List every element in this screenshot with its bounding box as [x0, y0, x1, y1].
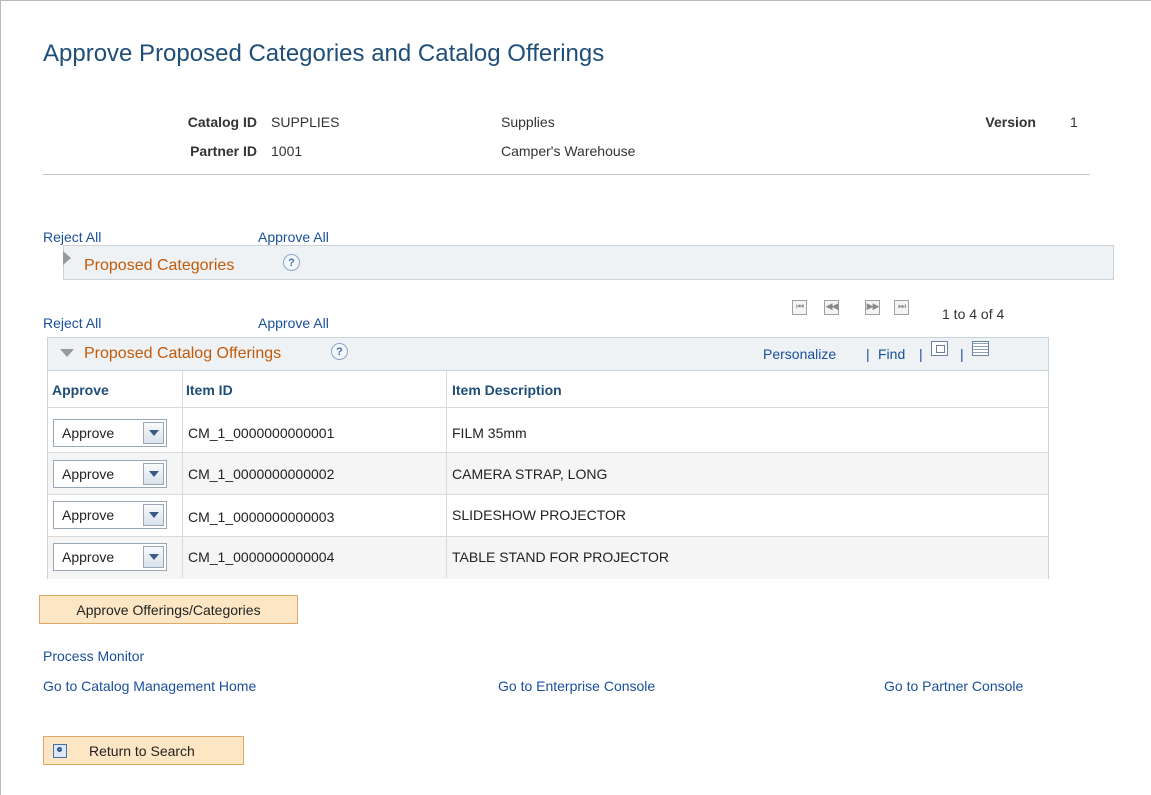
approve-select-value: Approve — [62, 507, 115, 523]
catalog-description: Supplies — [501, 114, 555, 130]
return-to-search-label: Return to Search — [89, 743, 195, 759]
tool-separator: | — [960, 346, 964, 362]
column-divider — [182, 371, 183, 578]
window-left-border — [0, 0, 1, 795]
approve-select[interactable]: Approve — [53, 419, 167, 447]
partner-id-label: Partner ID — [190, 143, 257, 159]
approve-offerings-categories-button[interactable]: Approve Offerings/Categories — [39, 595, 298, 624]
tool-separator: | — [919, 346, 923, 362]
search-return-icon — [53, 744, 67, 758]
chevron-down-icon[interactable] — [143, 546, 164, 568]
proposed-categories-title[interactable]: Proposed Categories — [84, 257, 234, 275]
page-title: Approve Proposed Categories and Catalog … — [43, 40, 605, 67]
catalog-id-label: Catalog ID — [187, 114, 257, 130]
first-page-icon[interactable]: ⏮ — [792, 300, 807, 315]
item-id-cell: CM_1_0000000000001 — [188, 425, 335, 441]
chevron-down-icon[interactable] — [143, 463, 164, 485]
download-grid-icon[interactable] — [972, 341, 989, 356]
triangle-right-icon[interactable] — [63, 251, 71, 265]
proposed-catalog-offerings-title[interactable]: Proposed Catalog Offerings — [84, 345, 281, 363]
next-page-icon[interactable]: ▶▶ — [865, 300, 880, 315]
item-id-cell: CM_1_0000000000002 — [188, 466, 335, 482]
offerings-approve-all-link[interactable]: Approve All — [258, 315, 329, 331]
categories-approve-all-link[interactable]: Approve All — [258, 229, 329, 245]
item-description-cell: SLIDESHOW PROJECTOR — [452, 507, 626, 523]
approve-select-value: Approve — [62, 466, 115, 482]
enterprise-console-link[interactable]: Go to Enterprise Console — [498, 678, 655, 694]
tool-separator: | — [866, 346, 870, 362]
process-monitor-link[interactable]: Process Monitor — [43, 648, 144, 664]
partner-console-link[interactable]: Go to Partner Console — [884, 678, 1023, 694]
categories-reject-all-link[interactable]: Reject All — [43, 229, 101, 245]
approve-select[interactable]: Approve — [53, 501, 167, 529]
approve-select[interactable]: Approve — [53, 460, 167, 488]
partner-id-value: 1001 — [271, 143, 303, 159]
column-header-item-id[interactable]: Item ID — [186, 382, 233, 398]
approve-select-value: Approve — [62, 549, 115, 565]
chevron-down-icon[interactable] — [143, 504, 164, 526]
triangle-down-icon[interactable] — [60, 349, 74, 357]
item-id-cell: CM_1_0000000000003 — [188, 509, 335, 525]
column-header-item-description[interactable]: Item Description — [452, 382, 562, 398]
partner-description: Camper's Warehouse — [501, 143, 636, 159]
chevron-down-icon[interactable] — [143, 422, 164, 444]
find-link[interactable]: Find — [878, 346, 905, 362]
offerings-reject-all-link[interactable]: Reject All — [43, 315, 101, 331]
item-description-cell: CAMERA STRAP, LONG — [452, 466, 608, 482]
personalize-link[interactable]: Personalize — [763, 346, 836, 362]
catalog-management-home-link[interactable]: Go to Catalog Management Home — [43, 678, 256, 694]
previous-page-icon[interactable]: ◀◀ — [824, 300, 839, 315]
help-icon[interactable]: ? — [283, 254, 300, 271]
help-icon[interactable]: ? — [331, 343, 348, 360]
version-label: Version — [985, 114, 1036, 130]
approve-select-value: Approve — [62, 425, 115, 441]
last-page-icon[interactable]: ⏭ — [894, 300, 909, 315]
approve-select[interactable]: Approve — [53, 543, 167, 571]
header-divider — [43, 174, 1090, 175]
column-header-approve[interactable]: Approve — [52, 382, 109, 398]
zoom-grid-icon[interactable] — [931, 341, 948, 356]
item-id-cell: CM_1_0000000000004 — [188, 549, 335, 565]
return-to-search-button[interactable]: Return to Search — [43, 736, 244, 765]
catalog-id-value: SUPPLIES — [271, 114, 340, 130]
page-range-text: 1 to 4 of 4 — [942, 306, 1005, 322]
version-value: 1 — [1070, 114, 1078, 130]
item-description-cell: FILM 35mm — [452, 425, 527, 441]
column-divider — [446, 371, 447, 578]
window-top-border — [0, 0, 1151, 1]
item-description-cell: TABLE STAND FOR PROJECTOR — [452, 549, 670, 565]
